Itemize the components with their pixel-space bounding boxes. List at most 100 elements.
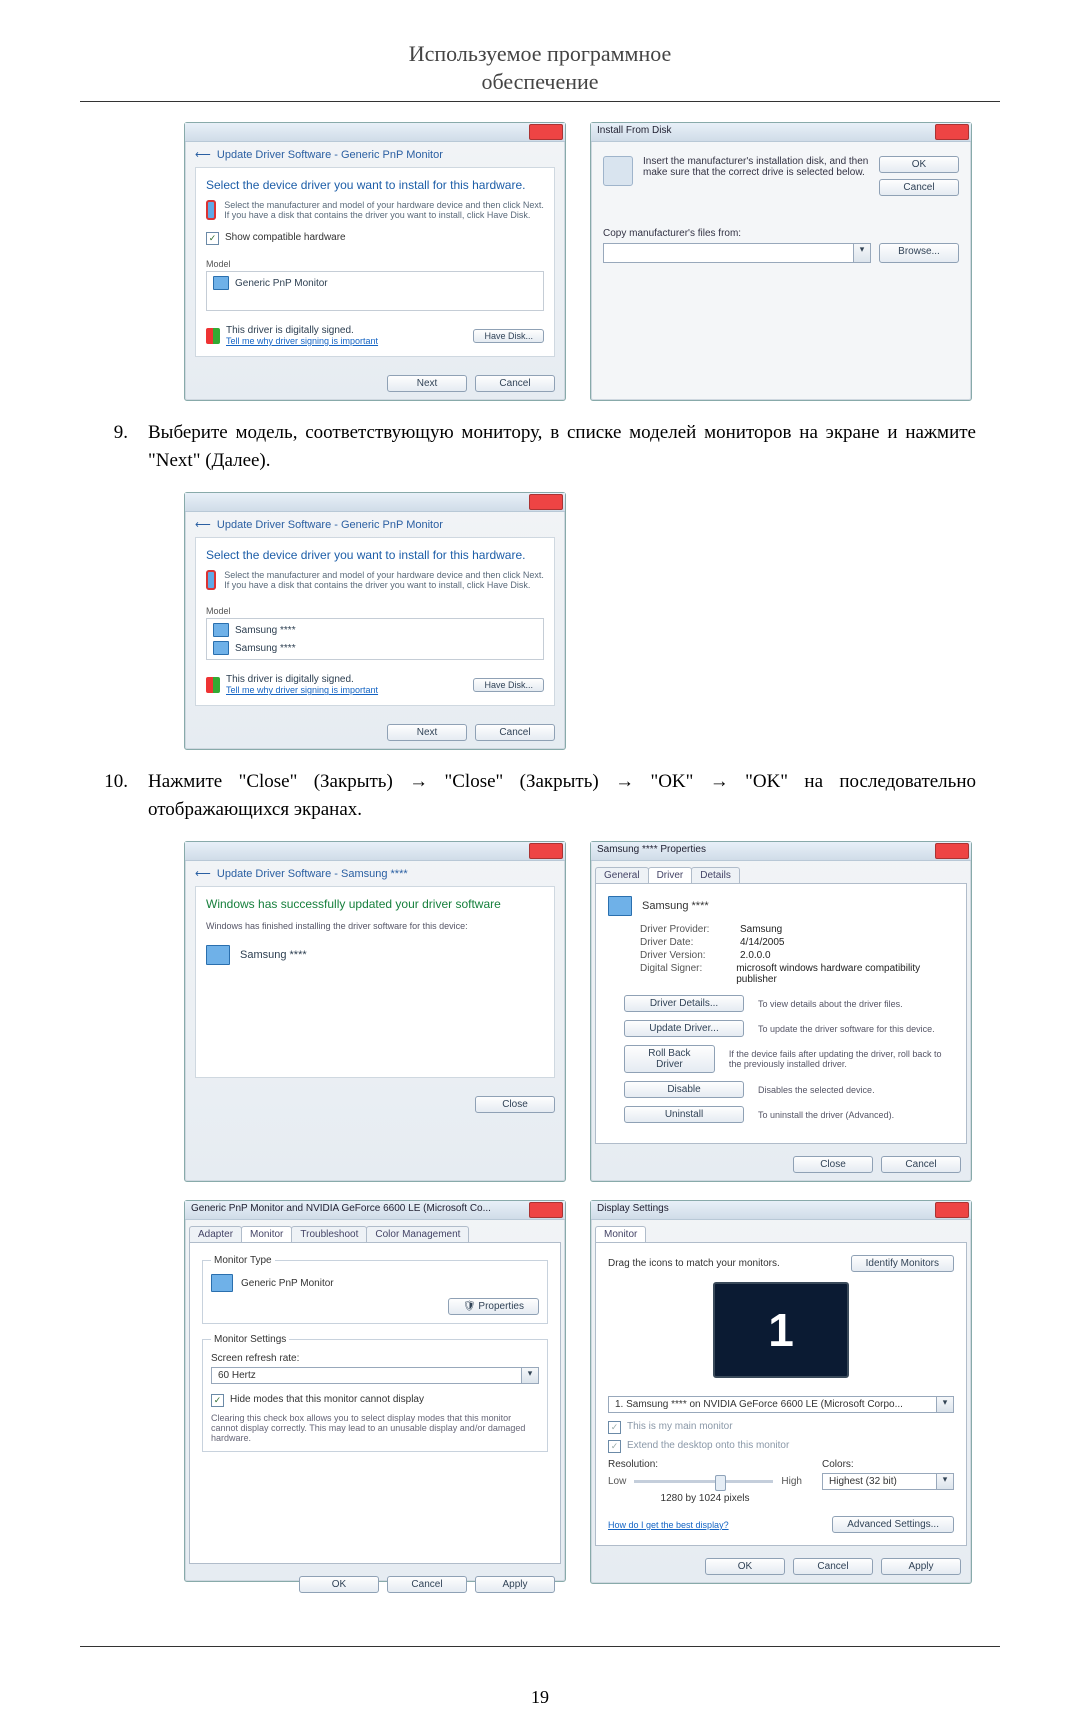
have-disk-button[interactable]: Have Disk... — [473, 329, 544, 343]
monitor-type-value: Generic PnP Monitor — [241, 1278, 334, 1289]
update-driver-desc: To update the driver software for this d… — [758, 1024, 935, 1034]
ok-button[interactable]: OK — [299, 1576, 379, 1593]
driver-details-button[interactable]: Driver Details... — [624, 995, 744, 1012]
cancel-button[interactable]: Cancel — [879, 179, 959, 196]
close-icon[interactable] — [529, 494, 563, 510]
refresh-rate-label: Screen refresh rate: — [211, 1353, 539, 1364]
tab-color-management[interactable]: Color Management — [366, 1226, 469, 1242]
ok-button[interactable]: OK — [705, 1558, 785, 1575]
uninstall-button[interactable]: Uninstall — [624, 1106, 744, 1123]
resolution-label: Resolution: — [608, 1459, 802, 1470]
hide-modes-desc: Clearing this check box allows you to se… — [211, 1413, 539, 1443]
update-driver-button[interactable]: Update Driver... — [624, 1020, 744, 1037]
titlebar: Generic PnP Monitor and NVIDIA GeForce 6… — [185, 1201, 565, 1220]
dropdown-icon[interactable]: ▾ — [937, 1396, 954, 1413]
cancel-button[interactable]: Cancel — [793, 1558, 873, 1575]
breadcrumb: ⟵ Update Driver Software - Samsung **** — [195, 868, 408, 880]
refresh-rate-select[interactable]: 60 Hertz — [211, 1367, 522, 1384]
hide-modes-label: Hide modes that this monitor cannot disp… — [230, 1394, 424, 1405]
list-item[interactable]: Samsung **** — [207, 639, 543, 657]
cancel-button[interactable]: Cancel — [475, 375, 555, 392]
next-button[interactable]: Next — [387, 724, 467, 741]
slider-low: Low — [608, 1476, 626, 1487]
signed-text: This driver is digitally signed. — [226, 674, 378, 685]
tab-driver[interactable]: Driver — [648, 867, 693, 883]
step-number: 9. — [104, 419, 128, 474]
titlebar — [185, 493, 565, 512]
dropdown-icon[interactable]: ▾ — [854, 243, 871, 263]
cancel-button[interactable]: Cancel — [881, 1156, 961, 1173]
checkbox: ✓ — [608, 1421, 621, 1434]
list-item[interactable]: Samsung **** — [207, 621, 543, 639]
step-number: 10. — [104, 768, 128, 823]
checkbox[interactable]: ✓ — [211, 1394, 224, 1407]
extend-desktop-label: Extend the desktop onto this monitor — [627, 1440, 789, 1451]
signing-info-link[interactable]: Tell me why driver signing is important — [226, 685, 378, 695]
best-display-link[interactable]: How do I get the best display? — [608, 1520, 729, 1530]
tab-general[interactable]: General — [595, 867, 649, 883]
close-button[interactable]: Close — [475, 1096, 555, 1113]
tab-details[interactable]: Details — [691, 867, 740, 883]
monitor-preview[interactable]: 1 — [713, 1282, 849, 1378]
close-button[interactable]: Close — [793, 1156, 873, 1173]
signer-label: Digital Signer: — [640, 963, 726, 985]
dialog-instructions: Select the manufacturer and model of you… — [224, 200, 544, 220]
path-input[interactable] — [603, 243, 854, 263]
close-icon[interactable] — [935, 843, 969, 859]
header-line1: Используемое программное — [80, 40, 1000, 68]
model-label: Model — [206, 259, 544, 269]
model-list[interactable]: Generic PnP Monitor — [206, 271, 544, 311]
roll-back-button[interactable]: Roll Back Driver — [624, 1045, 715, 1073]
next-button[interactable]: Next — [387, 375, 467, 392]
close-icon[interactable] — [935, 1202, 969, 1218]
tab-troubleshoot[interactable]: Troubleshoot — [291, 1226, 367, 1242]
window-install-from-disk: Install From Disk Insert the manufacture… — [590, 122, 972, 401]
close-icon[interactable] — [529, 843, 563, 859]
slider-thumb[interactable] — [715, 1475, 726, 1491]
apply-button[interactable]: Apply — [881, 1558, 961, 1575]
window-title: Generic PnP Monitor and NVIDIA GeForce 6… — [191, 1203, 491, 1214]
dropdown-icon[interactable]: ▾ — [937, 1473, 954, 1490]
apply-button[interactable]: Apply — [475, 1576, 555, 1593]
checkbox[interactable]: ✓ — [206, 232, 219, 245]
provider-value: Samsung — [740, 924, 782, 935]
model-list[interactable]: Samsung **** Samsung **** — [206, 618, 544, 660]
shield-icon — [206, 677, 220, 693]
have-disk-button[interactable]: Have Disk... — [473, 678, 544, 692]
ok-button[interactable]: OK — [879, 156, 959, 173]
tab-monitor[interactable]: Monitor — [595, 1226, 646, 1242]
install-instructions: Insert the manufacturer's installation d… — [643, 156, 869, 178]
colors-select[interactable]: Highest (32 bit) — [822, 1473, 937, 1490]
window-driver-properties: Samsung **** Properties General Driver D… — [590, 841, 972, 1182]
signer-value: microsoft windows hardware compatibility… — [736, 963, 954, 985]
footer-divider — [80, 1646, 1000, 1647]
properties-button[interactable]: 🛡 Properties — [448, 1298, 539, 1315]
version-label: Driver Version: — [640, 950, 730, 961]
window-update-complete: ⟵ Update Driver Software - Samsung **** … — [184, 841, 566, 1182]
monitor-icon — [213, 276, 229, 290]
roll-back-desc: If the device fails after updating the d… — [729, 1049, 954, 1069]
monitor-icon — [213, 623, 229, 637]
browse-button[interactable]: Browse... — [879, 243, 959, 263]
dropdown-icon[interactable]: ▾ — [522, 1367, 539, 1384]
dialog-instructions: Select the manufacturer and model of you… — [224, 570, 544, 590]
advanced-settings-button[interactable]: Advanced Settings... — [832, 1516, 954, 1533]
close-icon[interactable] — [935, 124, 969, 140]
model-label: Model — [206, 606, 544, 616]
cancel-button[interactable]: Cancel — [475, 724, 555, 741]
resolution-slider[interactable]: Low High — [608, 1476, 802, 1487]
identify-monitors-button[interactable]: Identify Monitors — [851, 1255, 954, 1272]
titlebar — [185, 842, 565, 861]
list-item[interactable]: Generic PnP Monitor — [207, 274, 543, 292]
tab-adapter[interactable]: Adapter — [189, 1226, 242, 1242]
disable-button[interactable]: Disable — [624, 1081, 744, 1098]
signing-info-link[interactable]: Tell me why driver signing is important — [226, 336, 378, 346]
monitor-select[interactable]: 1. Samsung **** on NVIDIA GeForce 6600 L… — [608, 1396, 937, 1413]
titlebar — [185, 123, 565, 142]
close-icon[interactable] — [529, 124, 563, 140]
tab-monitor[interactable]: Monitor — [241, 1226, 292, 1242]
cancel-button[interactable]: Cancel — [387, 1576, 467, 1593]
step-9: 9. Выберите модель, соответствующую мони… — [104, 419, 976, 474]
header-divider — [80, 101, 1000, 102]
close-icon[interactable] — [529, 1202, 563, 1218]
